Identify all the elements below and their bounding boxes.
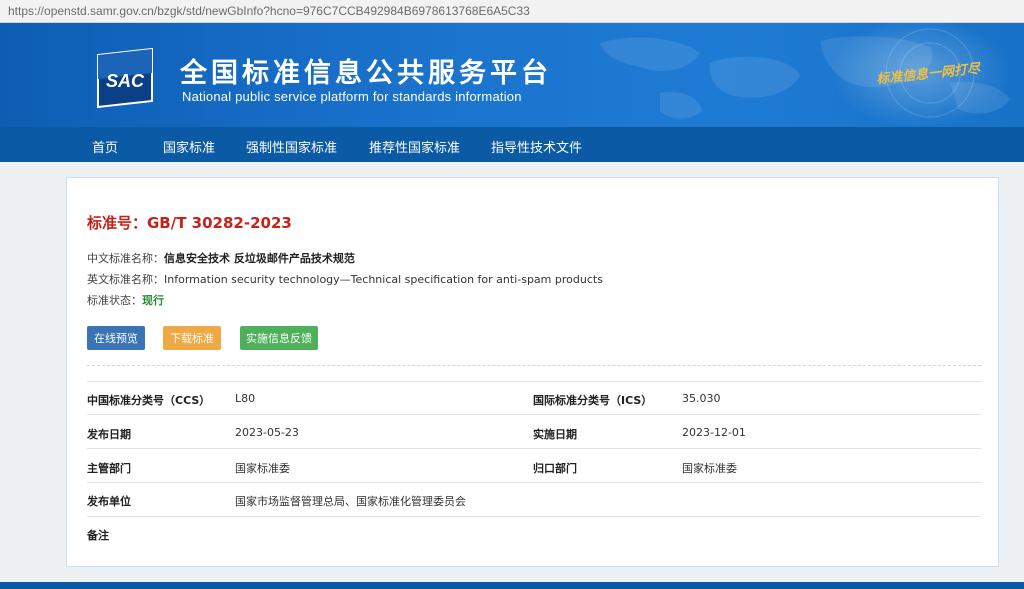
status-label: 标准状态： bbox=[87, 294, 142, 307]
sac-logo[interactable]: SAC bbox=[92, 45, 158, 111]
dept-value: 国家标准委 bbox=[235, 462, 290, 475]
publish-date-value: 2023-05-23 bbox=[235, 426, 299, 439]
table-divider bbox=[87, 516, 981, 517]
standard-number: 标准号：GB/T 30282-2023 bbox=[87, 214, 292, 232]
url-text[interactable]: https://openstd.samr.gov.cn/bzgk/std/new… bbox=[8, 4, 530, 18]
implementation-feedback-button[interactable]: 实施信息反馈 bbox=[240, 326, 318, 350]
table-divider bbox=[87, 381, 981, 382]
remark-label: 备注 bbox=[87, 529, 109, 542]
table-divider bbox=[87, 482, 981, 483]
cn-name-label: 中文标准名称： bbox=[87, 252, 164, 265]
section-divider bbox=[87, 365, 981, 366]
ics-value: 35.030 bbox=[682, 392, 721, 405]
publisher-label: 发布单位 bbox=[87, 495, 131, 508]
logo-text: SAC bbox=[106, 71, 145, 91]
nav-recommended-standards[interactable]: 推荐性国家标准 bbox=[369, 137, 460, 156]
ics-label: 国际标准分类号（ICS） bbox=[533, 394, 653, 407]
nav-home[interactable]: 首页 bbox=[92, 137, 118, 156]
impl-date-value: 2023-12-01 bbox=[682, 426, 746, 439]
en-name-value: Information security technology—Technica… bbox=[164, 273, 603, 286]
status-row: 标准状态：现行 bbox=[87, 292, 164, 308]
impl-date-label: 实施日期 bbox=[533, 428, 577, 441]
ccs-label: 中国标准分类号（CCS） bbox=[87, 394, 211, 407]
dept-label: 主管部门 bbox=[87, 462, 131, 475]
site-header: SAC 全国标准信息公共服务平台 National public service… bbox=[0, 23, 1024, 127]
site-title-en: National public service platform for sta… bbox=[182, 89, 522, 104]
footer-bar bbox=[0, 582, 1024, 589]
site-title-cn: 全国标准信息公共服务平台 bbox=[180, 58, 552, 89]
online-preview-button[interactable]: 在线预览 bbox=[87, 326, 145, 350]
table-divider bbox=[87, 448, 981, 449]
cn-name-row: 中文标准名称：信息安全技术 反垃圾邮件产品技术规范 bbox=[87, 250, 355, 266]
status-value: 现行 bbox=[142, 294, 164, 307]
en-name-label: 英文标准名称： bbox=[87, 273, 164, 286]
nav-national-standards[interactable]: 国家标准 bbox=[163, 137, 215, 156]
address-bar[interactable]: https://openstd.samr.gov.cn/bzgk/std/new… bbox=[0, 0, 1024, 23]
owner-label: 归口部门 bbox=[533, 462, 577, 475]
table-divider bbox=[87, 414, 981, 415]
en-name-row: 英文标准名称：Information security technology—T… bbox=[87, 271, 603, 287]
owner-value: 国家标准委 bbox=[682, 462, 737, 475]
publish-date-label: 发布日期 bbox=[87, 428, 131, 441]
ccs-value: L80 bbox=[235, 392, 256, 405]
nav-mandatory-standards[interactable]: 强制性国家标准 bbox=[246, 137, 337, 156]
nav-guiding-documents[interactable]: 指导性技术文件 bbox=[491, 137, 582, 156]
standard-detail-card: 标准号：GB/T 30282-2023 中文标准名称：信息安全技术 反垃圾邮件产… bbox=[66, 177, 999, 567]
download-standard-button[interactable]: 下载标准 bbox=[163, 326, 221, 350]
cn-name-value: 信息安全技术 反垃圾邮件产品技术规范 bbox=[164, 252, 355, 265]
main-nav: 首页 国家标准 强制性国家标准 推荐性国家标准 指导性技术文件 bbox=[0, 127, 1024, 162]
publisher-value: 国家市场监督管理总局、国家标准化管理委员会 bbox=[235, 495, 466, 508]
